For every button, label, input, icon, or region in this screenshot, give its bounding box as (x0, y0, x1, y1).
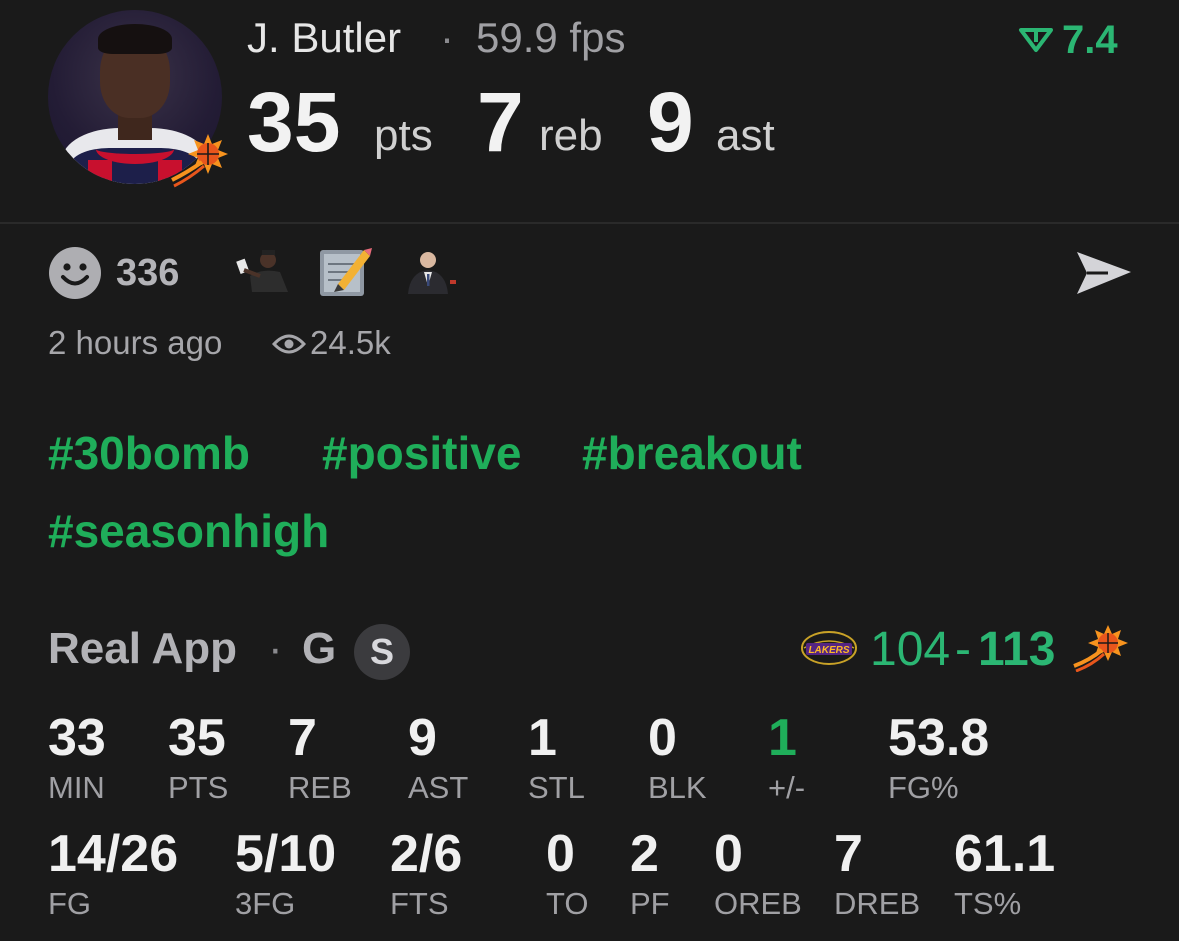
suns-logo[interactable] (1072, 624, 1130, 672)
stat-tspct-value: 61.1 (954, 825, 1056, 883)
stat-fts-value: 2/6 (390, 825, 463, 883)
lakers-logo[interactable]: LAKERS (800, 630, 858, 666)
stat-fg-label: FG (48, 886, 92, 921)
starter-badge: S (354, 624, 410, 680)
stat-min-value: 33 (48, 709, 106, 767)
stat-to-value: 0 (546, 825, 575, 883)
stat-tspct-label: TS% (954, 886, 1022, 921)
stat-blk-label: BLK (648, 770, 707, 805)
stat-plusminus-value: 1 (768, 709, 797, 767)
stat-reb-value: 7 (288, 709, 317, 767)
stat-fg-value: 14/26 (48, 825, 179, 883)
stat-pts-value: 35 (168, 709, 226, 767)
stat-reb-label: REB (288, 770, 352, 805)
away-score: 104 (870, 623, 951, 676)
stat-pts-label: PTS (168, 770, 229, 805)
stat-plusminus-label: +/- (768, 770, 806, 805)
stat-3fg-value: 5/10 (235, 825, 337, 883)
stat-pf-value: 2 (630, 825, 659, 883)
hashtag[interactable]: #seasonhigh (48, 504, 329, 558)
score-separator: - (955, 623, 971, 676)
post-time: 2 hours ago (48, 324, 223, 361)
stat-stl-label: STL (528, 770, 585, 805)
stat-fgpct-value: 53.8 (888, 709, 990, 767)
reaction-count: 336 (116, 252, 180, 294)
share-icon[interactable] (1074, 248, 1134, 300)
hashtag[interactable]: #positive (322, 426, 521, 480)
player-reaction-emoji[interactable] (232, 246, 292, 298)
svg-text:LAKERS: LAKERS (808, 645, 849, 656)
league-label: Real App (48, 624, 238, 673)
smiley-icon[interactable] (48, 246, 102, 300)
stat-oreb-label: OREB (714, 886, 802, 921)
stat-3fg-label: 3FG (235, 886, 296, 921)
view-count: 24.5k (310, 324, 391, 361)
fantasy-points: 59.9 fps (476, 14, 626, 61)
stat-stl-value: 1 (528, 709, 557, 767)
stat-oreb-value: 0 (714, 825, 743, 883)
position-label: G (302, 624, 337, 673)
stat-ast-label: AST (408, 770, 469, 805)
eye-icon (272, 334, 306, 354)
hashtag[interactable]: #30bomb (48, 426, 250, 480)
assists-value: 9 (647, 75, 694, 169)
points-value: 35 (247, 75, 341, 169)
stat-to-label: TO (546, 886, 589, 921)
stat-fts-label: FTS (390, 886, 449, 921)
rebounds-value: 7 (477, 75, 524, 169)
suns-team-icon (171, 134, 228, 188)
stat-blk-value: 0 (648, 709, 677, 767)
separator-dot: · (268, 624, 283, 673)
stat-dreb-value: 7 (834, 825, 863, 883)
rating-value: 7.4 (1062, 18, 1118, 62)
rebounds-unit: reb (539, 111, 603, 160)
rating-arrow-icon (1019, 28, 1053, 52)
home-score: 113 (978, 623, 1056, 676)
stat-ast-value: 9 (408, 709, 437, 767)
divider (0, 222, 1179, 224)
stat-pf-label: PF (630, 886, 670, 921)
points-unit: pts (374, 111, 433, 160)
stat-dreb-label: DREB (834, 886, 921, 921)
stat-min-label: MIN (48, 770, 105, 805)
player-name[interactable]: J. Butler (247, 14, 401, 62)
stat-fgpct-label: FG% (888, 770, 959, 805)
assists-unit: ast (716, 111, 775, 160)
separator-dot: · (440, 14, 454, 61)
memo-emoji[interactable] (318, 244, 372, 300)
commissioner-emoji[interactable] (402, 246, 460, 298)
hashtag[interactable]: #breakout (582, 426, 802, 480)
